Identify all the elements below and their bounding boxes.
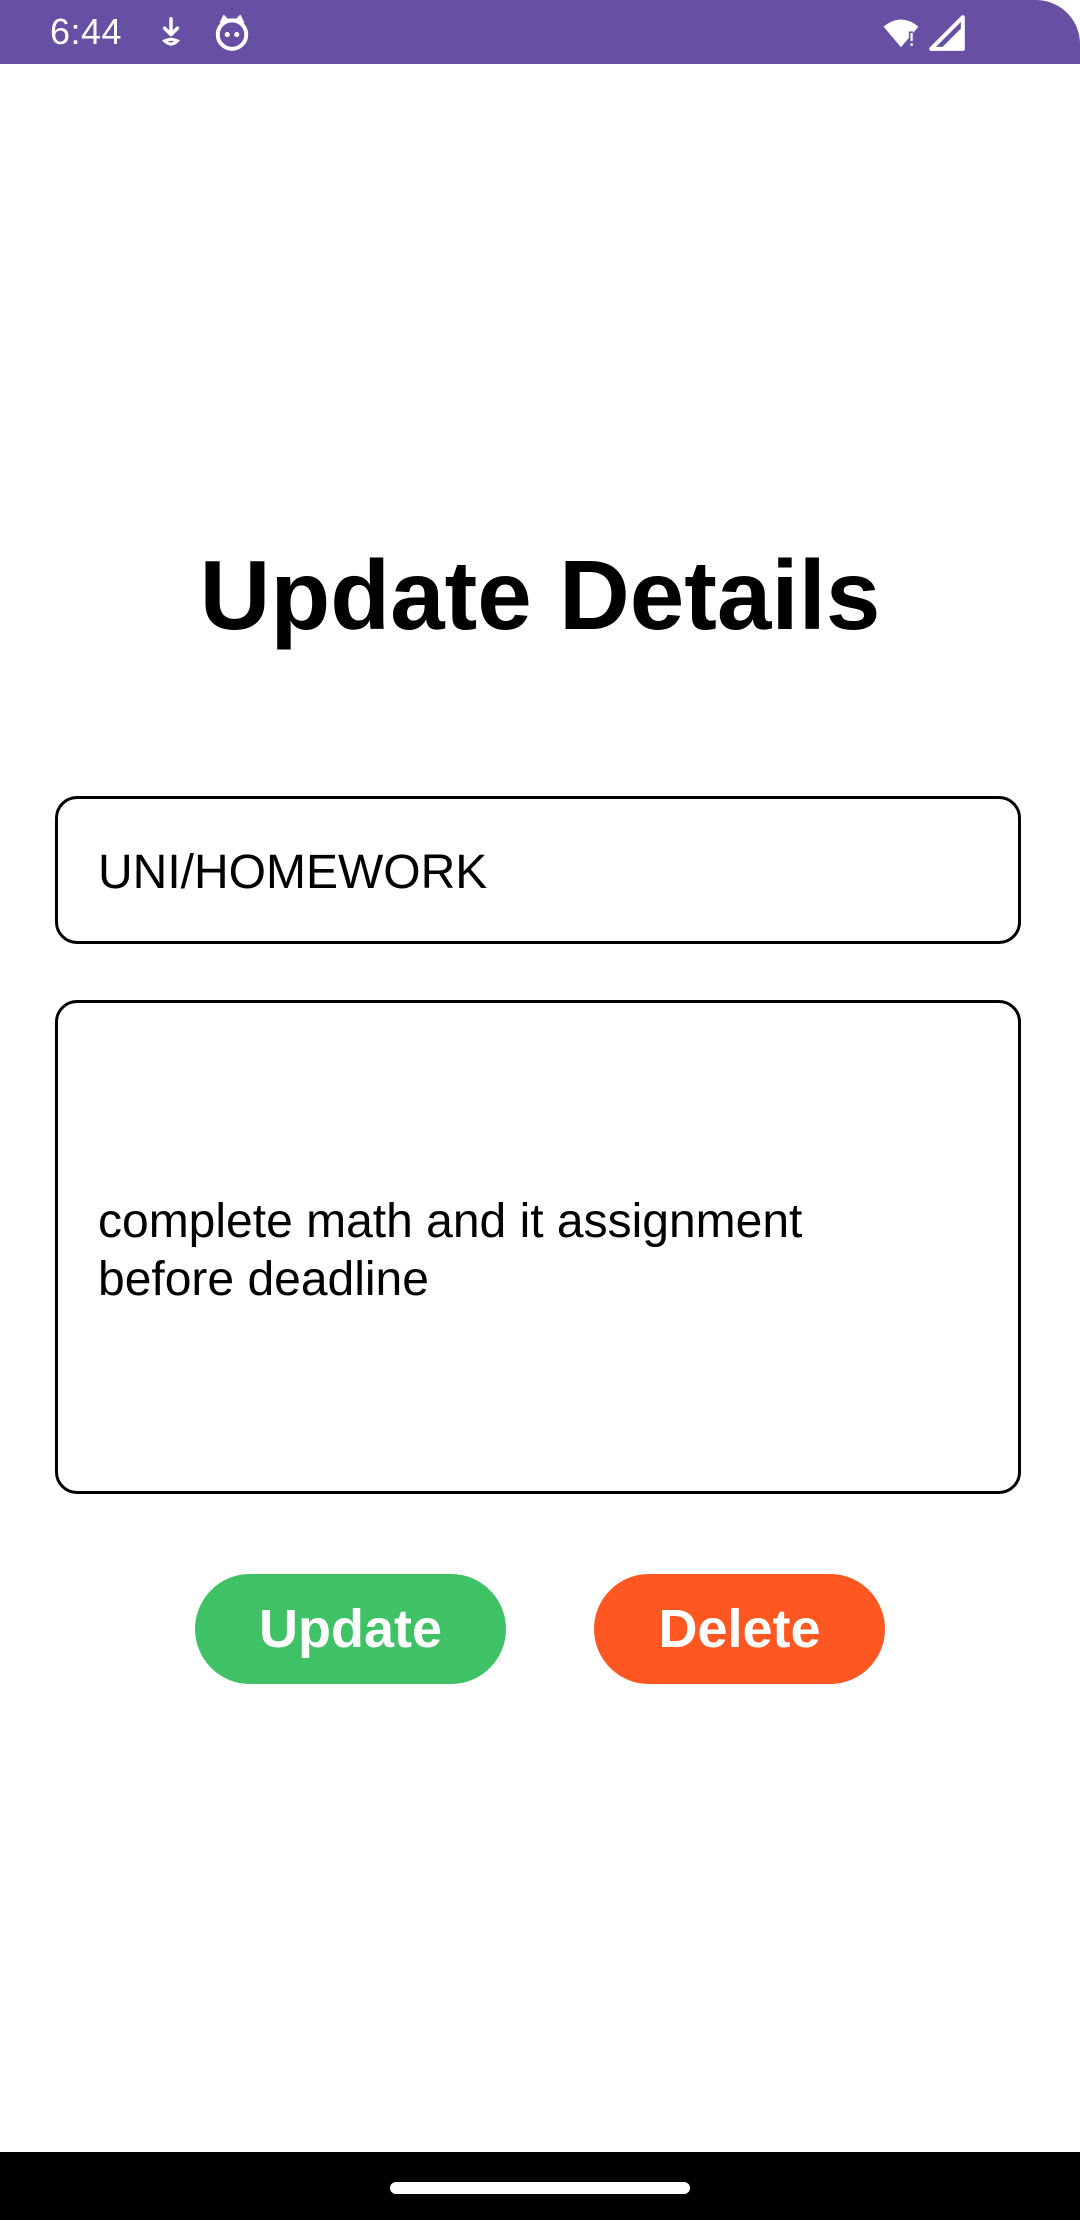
page-title: Update Details [199, 540, 881, 650]
wifi-icon [880, 14, 922, 52]
description-input-value: complete math and it assignment before d… [98, 1195, 803, 1306]
title-input[interactable]: UNI/HOMEWORK [55, 796, 1021, 944]
face-icon [213, 14, 251, 52]
home-gesture-handle[interactable] [390, 2182, 690, 2194]
title-input-value: UNI/HOMEWORK [98, 846, 488, 899]
status-bar: 6:44 [0, 0, 1080, 64]
update-button[interactable]: Update [195, 1574, 506, 1684]
navigation-bar [0, 2152, 1080, 2220]
description-input[interactable]: complete math and it assignment before d… [55, 1000, 1021, 1494]
delete-button[interactable]: Delete [594, 1574, 885, 1684]
status-time: 6:44 [50, 11, 123, 52]
signal-icon [928, 14, 966, 52]
download-icon [152, 14, 190, 52]
